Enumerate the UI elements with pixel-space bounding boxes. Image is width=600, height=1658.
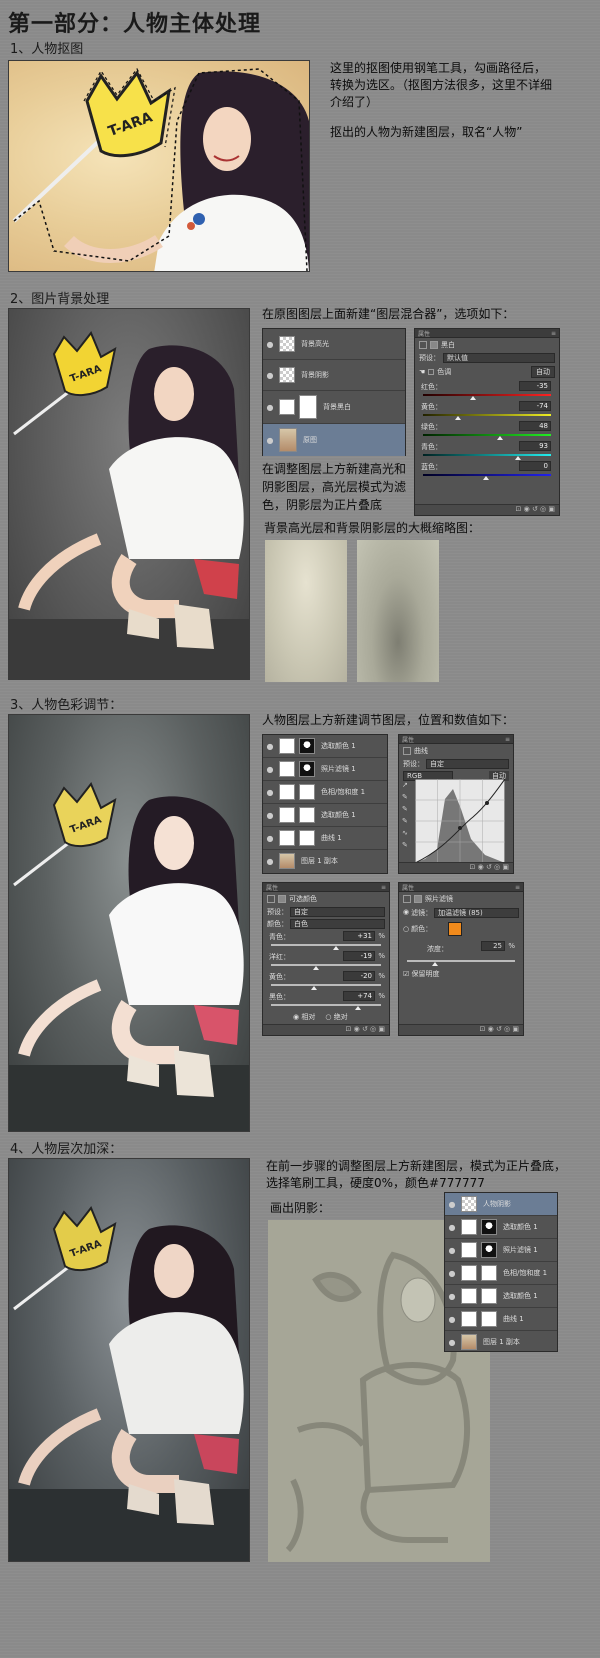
step1-cutout-photo: T-ARA [8,60,310,272]
curves-tools[interactable]: ↗ ✎ ✎ ✎ ∿ ✎ [402,779,412,851]
pf-color-swatch[interactable] [448,922,463,936]
radio-relative[interactable]: ◉ 相对 [293,1012,315,1022]
layer-row[interactable]: ● 选取颜色 1 [445,1285,557,1308]
step3-intro: 人物图层上方新建调节图层，位置和数值如下： [262,713,515,727]
pf-filter-dropdown[interactable]: 加温滤镜 (85) [434,908,519,918]
layer-row[interactable]: ● 照片滤镜 1 [445,1239,557,1262]
layer-name: 背景阴影 [301,371,329,379]
layer-name: 背景高光 [301,340,329,348]
pf-density-label: 浓度： [427,945,448,953]
layer-row[interactable]: ● 色相/饱和度 1 [263,781,387,804]
step2-thumb-caption: 背景高光层和背景阴影层的大概缩略图： [264,521,481,535]
step4-heading: 4、人物层次加深： [10,1142,123,1157]
adjustment-title: 黑白 [441,341,455,349]
panel-footer-icons: ⊡ ◉ ↺ ◎ ▣ [263,1024,389,1035]
page-title: 第一部分：人物主体处理 [8,12,262,37]
sc-slider-magenta[interactable]: 洋红： -19% [263,950,389,970]
menu-icon[interactable]: ≡ [551,330,556,337]
step1-illustration: T-ARA [12,67,309,271]
pf-density-value[interactable]: 25 [481,941,505,951]
radio-absolute[interactable]: ○ 绝对 [325,1012,347,1022]
step4-shadow-label: 画出阴影： [270,1201,331,1215]
layer-name: 原图 [303,436,317,444]
step1-heading: 1、人物抠图 [10,42,84,57]
panel-footer-icons: ⊡ ◉ ↺ ◎ ▣ [399,1024,523,1035]
eye-icon[interactable]: ● [263,340,277,349]
pf-preserve-checkbox[interactable]: ☑ 保留明度 [399,966,523,982]
slider-yellow[interactable]: 黄色： -74 [415,400,559,420]
curves-graph[interactable] [415,779,505,863]
step3-heading: 3、人物色彩调节： [10,698,123,713]
highlight-layer-thumbnail [265,540,347,682]
layer-row-selected[interactable]: ● 人物阴影 [445,1193,557,1216]
step1-text-1: 这里的抠图使用钢笔工具，勾画路径后，转换为选区。（抠图方法很多，这里不详细介绍了… [330,61,553,109]
layer-thumb [279,428,297,452]
hand-icon[interactable]: ☚ [419,368,425,376]
eye-icon[interactable]: ● [263,371,277,380]
pf-title: 照片滤镜 [425,895,453,903]
step4-photo: T-ARA [8,1158,250,1562]
layer-row[interactable]: ● 图层 1 副本 [445,1331,557,1353]
layer-row[interactable]: ● 选取颜色 1 [445,1216,557,1239]
step2-intro: 在原图图层上面新建“图层混合器”，选项如下： [262,307,515,321]
layer-row[interactable]: ● 曲线 1 [445,1308,557,1331]
tint-checkbox[interactable] [428,369,435,375]
mask-thumb [299,395,317,419]
step3-layers-panel: ● 选取颜色 1 ● 照片滤镜 1 ● 色相/饱和度 1 ● 选取颜色 1 ● 曲线 1 … [262,734,388,874]
layer-row[interactable]: ● 色相/饱和度 1 [445,1262,557,1285]
slider-cyan[interactable]: 青色： 93 [415,440,559,460]
photo-filter-panel: 属性 ≡ 照片滤镜 ◉ 滤镜： 加温滤镜 (85) ○ 颜色： 浓度： 25 % ☑ 保… [398,882,524,1036]
layer-row[interactable]: ● 背景阴影 [263,360,405,391]
curves-title: 曲线 [414,747,428,755]
sc-slider-black[interactable]: 黑色： +74% [263,990,389,1010]
sc-preset-dropdown[interactable]: 自定 [290,907,385,917]
eye-icon[interactable]: ● [263,403,277,412]
panel-footer-icons: ⊡ ◉ ↺ ◎ ▣ [415,504,559,515]
step2-properties-panel: 属性 ≡ 黑白 预设： 默认值 ☚ 色调 自动 红色： -35 黄色： -74 绿色：… [414,328,560,516]
layer-row[interactable]: ● 照片滤镜 1 [263,758,387,781]
slider-green[interactable]: 绿色： 48 [415,420,559,440]
preset-label: 预设： [419,354,440,362]
auto-button[interactable]: 自动 [531,366,555,378]
shadow-layer-thumbnail [357,540,439,682]
curves-panel: 属性 ≡ 曲线 预设： 自定 RGB 自动 ↗ ✎ ✎ ✎ ∿ ✎ ⊡ ◉ ↺ ◎ ▣ [398,734,514,874]
step2-layers-panel: ● 背景高光 ● 背景阴影 ● 背景黑白 ● 原图 [262,328,406,456]
selective-color-panel: 属性 ≡ 可选颜色 预设： 自定 颜色： 白色 青色： +31% 洋红： -19% 黄色：… [262,882,390,1036]
curves-preset-dropdown[interactable]: 自定 [426,759,509,769]
layer-row[interactable]: ● 背景高光 [263,329,405,360]
layer-thumb [279,336,295,352]
step2-photo: T-ARA [8,308,250,680]
sc-color-dropdown[interactable]: 白色 [290,919,385,929]
layer-row[interactable]: ● 曲线 1 [263,827,387,850]
adjustment-icon [419,341,427,349]
preset-dropdown[interactable]: 默认值 [443,353,555,363]
mask-icon [430,341,438,349]
step4-intro: 在前一步骤的调整图层上方新建图层，模式为正片叠底，选择笔刷工具，硬度0%，颜色#… [266,1159,567,1190]
panel-footer-icons: ⊡ ◉ ↺ ◎ ▣ [399,862,513,873]
step1-text-2: 抠出的人物为新建图层，取名“人物” [330,125,523,139]
step3-photo: T-ARA [8,714,250,1132]
layer-name: 背景黑白 [323,403,351,411]
slider-red[interactable]: 红色： -35 [415,380,559,400]
step2-heading: 2、图片背景处理 [10,292,110,307]
step2-illustration: T-ARA [9,331,249,679]
panel-header: 属性 [418,330,431,338]
slider-blue[interactable]: 蓝色： 0 [415,460,559,480]
sc-title: 可选颜色 [289,895,317,903]
layer-row[interactable]: ● 选取颜色 1 [263,804,387,827]
layer-row[interactable]: ● 选取颜色 1 [263,735,387,758]
layer-row[interactable]: ● 图层 1 副本 [263,850,387,872]
adjustment-thumb [279,399,295,415]
layer-thumb [279,367,295,383]
layer-row[interactable]: ● 背景黑白 [263,391,405,424]
step2-note: 在调整图层上方新建高光和阴影图层，高光层模式为滤色，阴影层为正片叠底 [262,462,407,512]
sc-slider-yellow[interactable]: 黄色： -20% [263,970,389,990]
step4-illustration: T-ARA [9,1206,249,1561]
step3-illustration: T-ARA [9,782,249,1131]
tint-label: 色调 [437,368,452,376]
sc-slider-cyan[interactable]: 青色： +31% [263,930,389,950]
eye-icon[interactable]: ● [263,436,277,445]
step4-layers-panel: ● 人物阴影 ● 选取颜色 1 ● 照片滤镜 1 ● 色相/饱和度 1 ● 选取颜色 1 … [444,1192,558,1352]
layer-row-selected[interactable]: ● 原图 [263,424,405,456]
